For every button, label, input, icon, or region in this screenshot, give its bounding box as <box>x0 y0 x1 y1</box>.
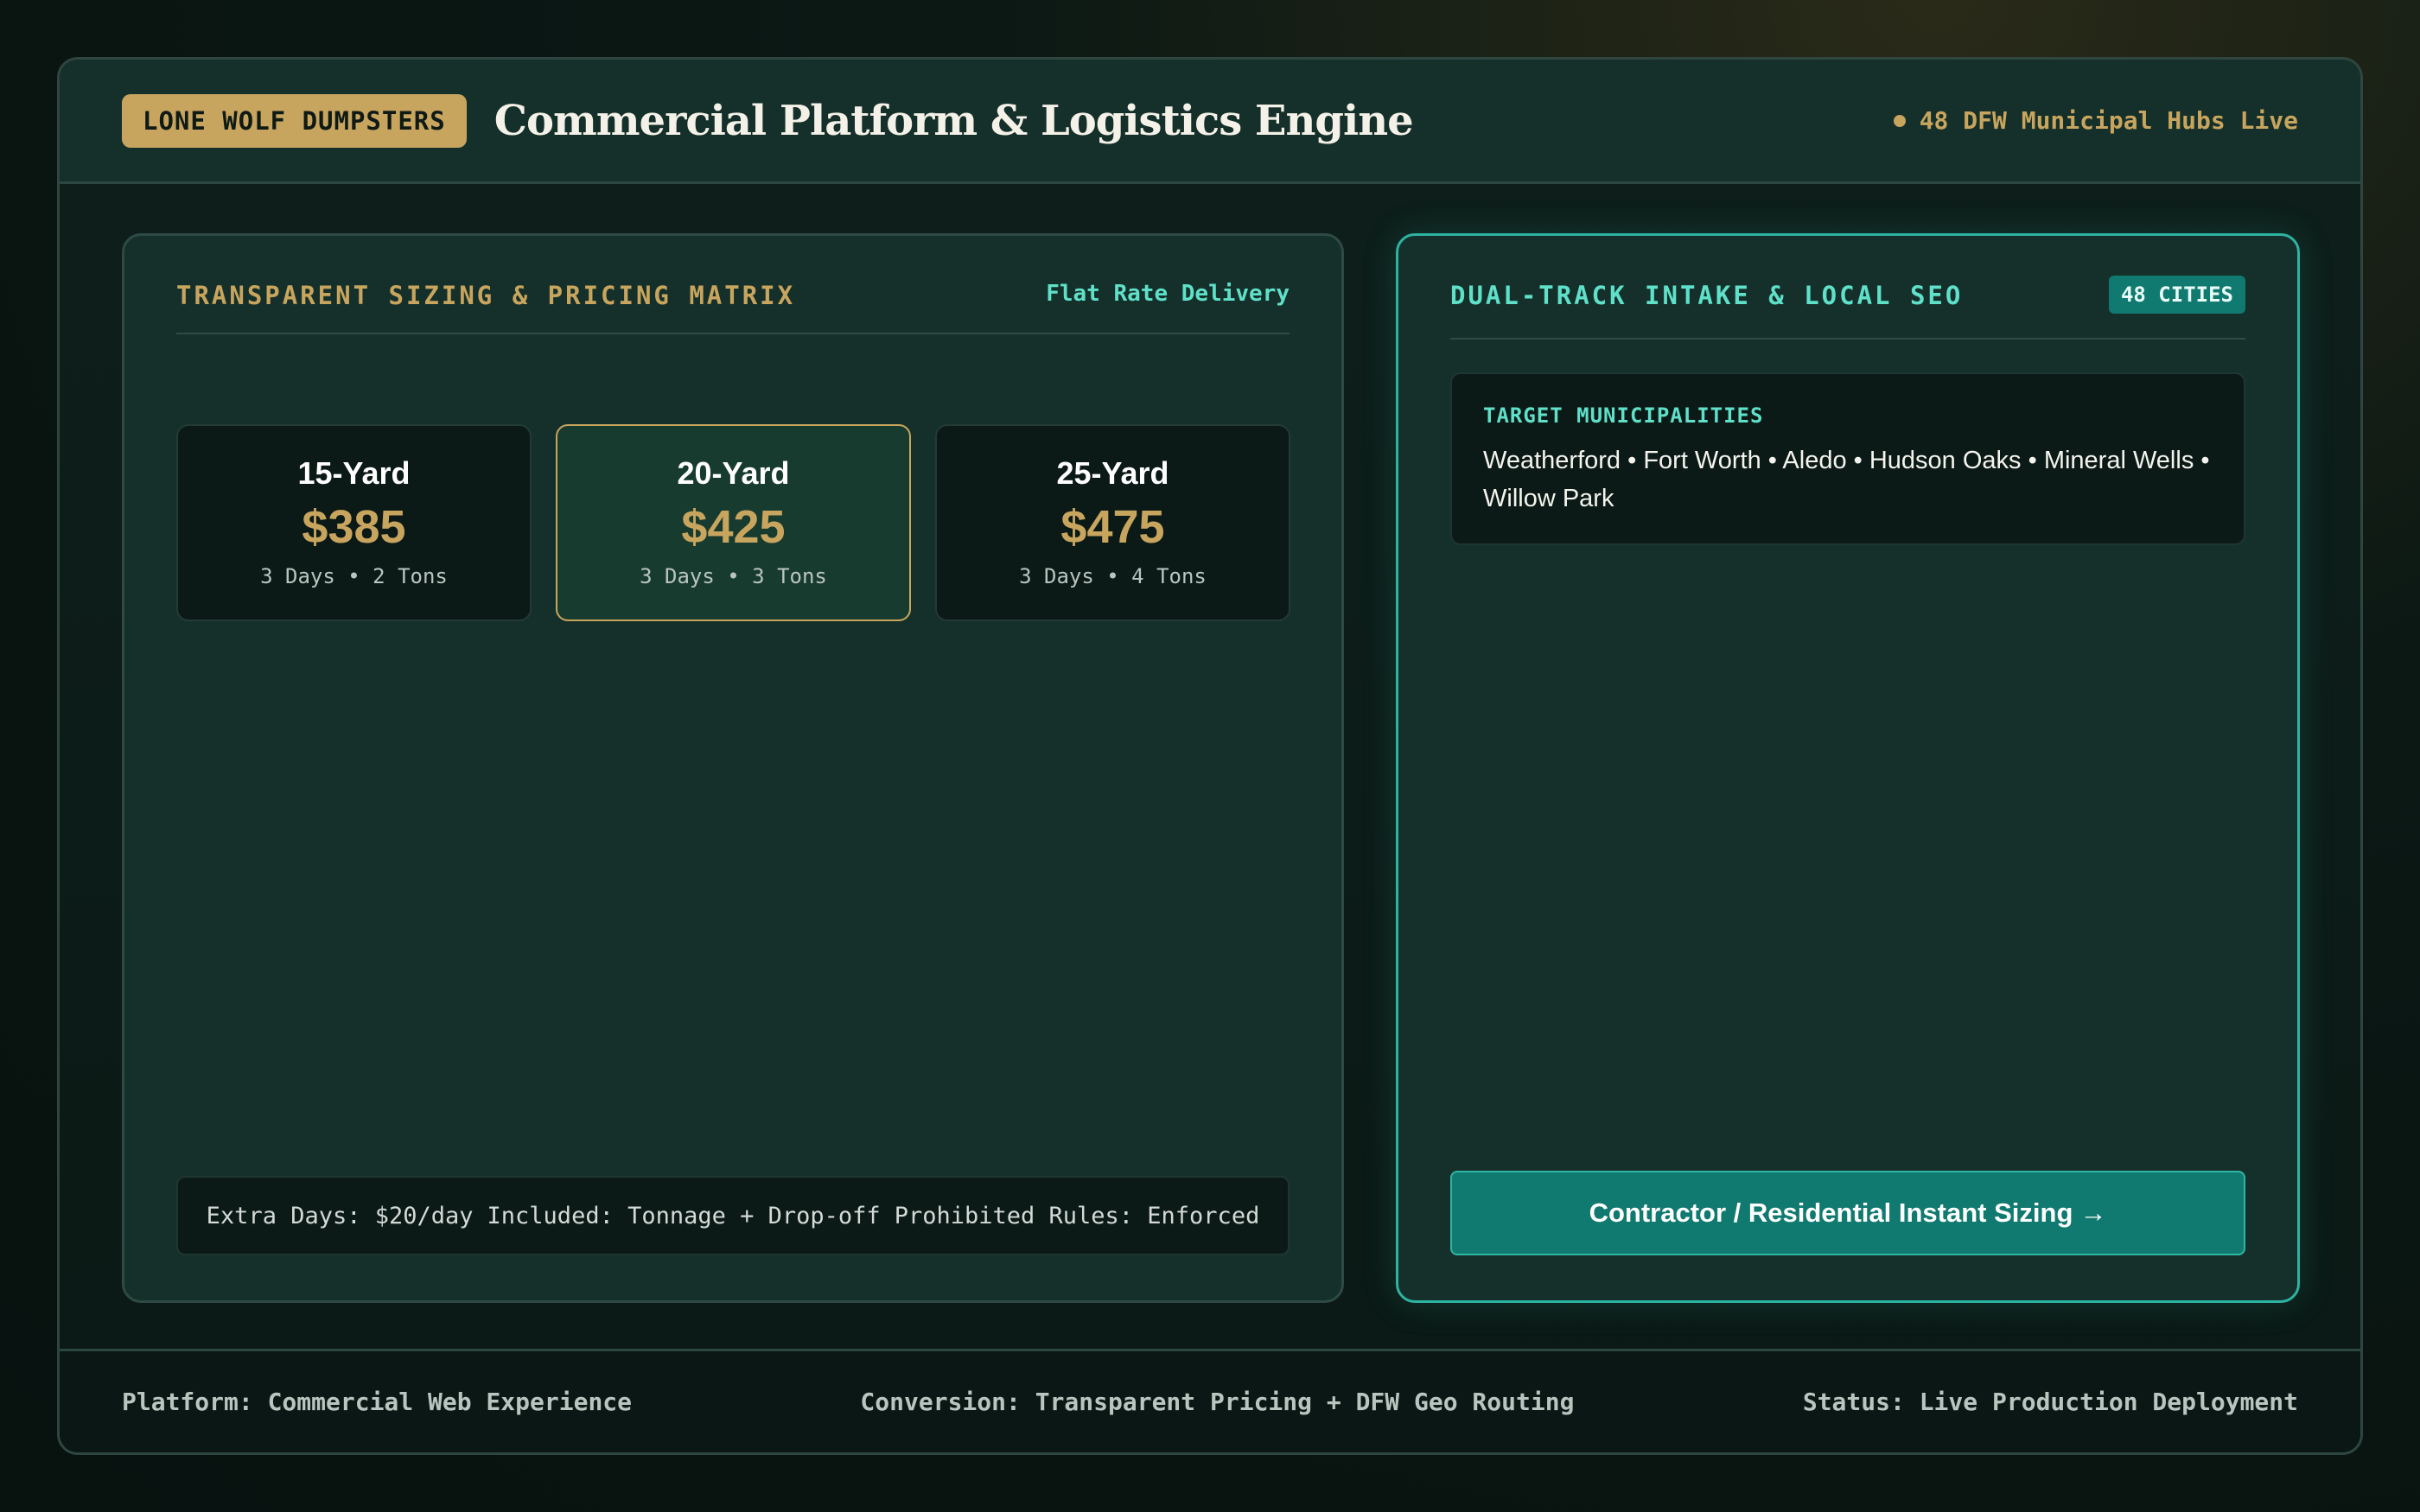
cities-count-badge: 48 CITIES <box>2108 276 2245 314</box>
intake-panel-title: DUAL-TRACK INTAKE & LOCAL SEO <box>1450 281 1964 310</box>
flat-rate-label: Flat Rate Delivery <box>1046 281 1290 307</box>
header: LONE WOLF DUMPSTERS Commercial Platform … <box>60 60 2360 184</box>
live-status-text: 48 DFW Municipal Hubs Live <box>1919 106 2298 135</box>
footer: Platform: Commercial Web Experience Conv… <box>60 1349 2360 1452</box>
instant-sizing-label: Contractor / Residential Instant Sizing <box>1589 1198 2073 1228</box>
card-terms: 3 Days • 3 Tons <box>640 564 827 588</box>
pricing-panel-header: TRANSPARENT SIZING & PRICING MATRIX Flat… <box>176 281 1290 334</box>
municipalities-box: TARGET MUNICIPALITIES Weatherford • Fort… <box>1450 372 2245 545</box>
status-dot-icon <box>1893 114 1906 127</box>
pricing-panel: TRANSPARENT SIZING & PRICING MATRIX Flat… <box>122 233 1344 1303</box>
card-terms: 3 Days • 2 Tons <box>260 564 448 588</box>
rule-included: Included: Tonnage + Drop-off <box>487 1202 881 1229</box>
rule-prohibited: Prohibited Rules: Enforced <box>894 1202 1260 1229</box>
footer-conversion: Conversion: Transparent Pricing + DFW Ge… <box>860 1388 1575 1416</box>
pricing-card-15-yard[interactable]: 15-Yard $385 3 Days • 2 Tons <box>176 424 532 621</box>
pricing-cards: 15-Yard $385 3 Days • 2 Tons 20-Yard $42… <box>176 424 1290 621</box>
pricing-panel-title: TRANSPARENT SIZING & PRICING MATRIX <box>176 281 796 310</box>
brand-badge: LONE WOLF DUMPSTERS <box>122 93 467 148</box>
footer-platform: Platform: Commercial Web Experience <box>122 1388 633 1416</box>
card-price: $385 <box>302 501 406 553</box>
rules-bar: Extra Days: $20/day Included: Tonnage + … <box>176 1176 1290 1255</box>
app-frame: LONE WOLF DUMPSTERS Commercial Platform … <box>57 57 2363 1455</box>
intake-panel: DUAL-TRACK INTAKE & LOCAL SEO 48 CITIES … <box>1396 233 2300 1303</box>
card-price: $425 <box>681 501 786 553</box>
card-size: 20-Yard <box>677 455 790 491</box>
page-title: Commercial Platform & Logistics Engine <box>494 96 1414 145</box>
arrow-right-icon: → <box>2079 1198 2107 1228</box>
intake-panel-header: DUAL-TRACK INTAKE & LOCAL SEO 48 CITIES <box>1450 276 2245 340</box>
instant-sizing-button[interactable]: Contractor / Residential Instant Sizing … <box>1450 1171 2245 1255</box>
pricing-card-25-yard[interactable]: 25-Yard $475 3 Days • 4 Tons <box>935 424 1290 621</box>
card-price: $475 <box>1060 501 1165 553</box>
municipalities-list: Weatherford • Fort Worth • Aledo • Hudso… <box>1483 447 2210 512</box>
card-terms: 3 Days • 4 Tons <box>1019 564 1207 588</box>
footer-status: Status: Live Production Deployment <box>1802 1388 2298 1416</box>
live-status: 48 DFW Municipal Hubs Live <box>1893 106 2298 135</box>
pricing-card-20-yard[interactable]: 20-Yard $425 3 Days • 3 Tons <box>556 424 911 621</box>
rule-extra-days: Extra Days: $20/day <box>206 1202 474 1229</box>
card-size: 15-Yard <box>297 455 411 491</box>
municipalities-label: TARGET MUNICIPALITIES <box>1483 403 1764 428</box>
card-size: 25-Yard <box>1056 455 1169 491</box>
